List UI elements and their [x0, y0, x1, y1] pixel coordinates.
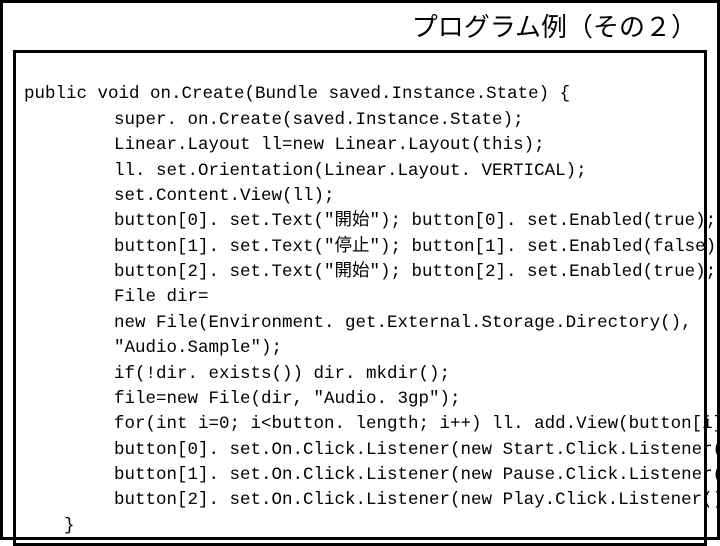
code-line: new File(Environment. get.External.Stora… [24, 313, 692, 333]
slide-title: プログラム例（その２） [3, 3, 717, 48]
code-line: public void on.Create(Bundle saved.Insta… [24, 84, 570, 104]
code-line: ll. set.Orientation(Linear.Layout. VERTI… [24, 161, 587, 181]
code-line: file=new File(dir, "Audio. 3gp"); [24, 389, 461, 409]
code-line: File dir= [24, 287, 209, 307]
slide-container: プログラム例（その２） public void on.Create(Bundle… [0, 0, 720, 540]
code-line: button[0]. set.On.Click.Listener(new Sta… [24, 440, 720, 460]
code-line: } [24, 516, 75, 536]
code-block: public void on.Create(Bundle saved.Insta… [13, 50, 707, 546]
code-line: set.Content.View(ll); [24, 186, 335, 206]
code-line: super. on.Create(saved.Instance.State); [24, 110, 524, 130]
code-line: button[1]. set.Text("停止"); button[1]. se… [24, 237, 720, 257]
code-line: for(int i=0; i<button. length; i++) ll. … [24, 414, 720, 434]
code-line: Linear.Layout ll=new Linear.Layout(this)… [24, 135, 545, 155]
code-line: button[0]. set.Text("開始"); button[0]. se… [24, 211, 716, 231]
code-line: button[1]. set.On.Click.Listener(new Pau… [24, 465, 720, 485]
code-line: if(!dir. exists()) dir. mkdir(); [24, 364, 450, 384]
code-line: "Audio.Sample"); [24, 338, 282, 358]
code-line: button[2]. set.On.Click.Listener(new Pla… [24, 490, 720, 510]
code-line: button[2]. set.Text("開始"); button[2]. se… [24, 262, 716, 282]
